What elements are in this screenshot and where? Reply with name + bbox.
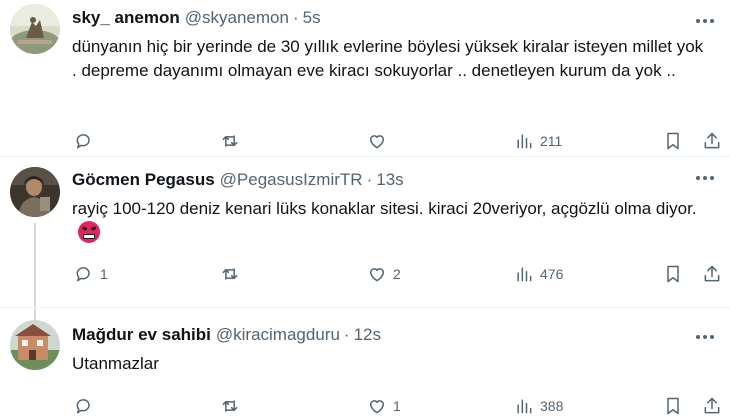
author-handle[interactable]: @PegasusIzmirTR — [220, 170, 363, 190]
angry-cursing-face-emoji — [78, 221, 100, 243]
share-icon — [704, 265, 720, 282]
bookmark-icon — [667, 265, 679, 283]
more-dots-icon[interactable] — [694, 328, 716, 346]
bookmark-button[interactable] — [663, 261, 683, 287]
tweet-header: Göcmen Pegasus @PegasusIzmirTR · 13s — [72, 169, 404, 191]
separator-dot: · — [292, 8, 299, 27]
timestamp[interactable]: 12s — [354, 325, 381, 345]
action-bar: 211 — [72, 128, 724, 154]
share-button[interactable] — [702, 393, 722, 419]
reply-count: 1 — [100, 266, 108, 282]
views-button[interactable]: 476 — [514, 261, 563, 287]
share-icon — [704, 132, 720, 149]
like-button[interactable] — [367, 128, 393, 154]
author-name[interactable]: Göcmen Pegasus — [72, 170, 215, 190]
share-button[interactable] — [702, 261, 722, 287]
tweet-3[interactable]: Mağdur ev sahibi @kiracimagduru · 12s Ut… — [0, 307, 730, 420]
bookmark-button[interactable] — [663, 393, 683, 419]
more-dots-icon[interactable] — [694, 12, 716, 30]
avatar[interactable] — [10, 4, 60, 54]
bookmark-icon — [667, 397, 679, 415]
timestamp[interactable]: 13s — [376, 170, 403, 190]
reply-icon — [76, 399, 90, 414]
like-button[interactable]: 2 — [367, 261, 401, 287]
share-icon — [704, 397, 720, 414]
share-button[interactable] — [702, 128, 722, 154]
avatar-photo-statue — [10, 4, 60, 54]
retweet-button[interactable] — [220, 393, 246, 419]
reply-icon — [76, 134, 90, 149]
views-chart-icon — [517, 399, 532, 414]
retweet-icon — [222, 135, 238, 147]
author-name[interactable]: Mağdur ev sahibi — [72, 325, 211, 345]
views-count: 211 — [540, 133, 563, 149]
bookmark-button[interactable] — [663, 128, 683, 154]
tweet-header: Mağdur ev sahibi @kiracimagduru · 12s — [72, 324, 381, 346]
avatar-photo-person — [10, 167, 60, 217]
separator-dot: · — [343, 325, 350, 344]
tweet-text: dünyanın hiç bir yerinde de 30 yıllık ev… — [72, 37, 704, 80]
reply-button[interactable]: 1 — [74, 261, 108, 287]
avatar[interactable] — [10, 320, 60, 370]
action-bar: 1 388 — [72, 393, 724, 419]
timestamp[interactable]: 5s — [303, 8, 321, 28]
retweet-button[interactable] — [220, 261, 246, 287]
tweet-1[interactable]: sky_ anemon @skyanemon · 5s dünyanın hiç… — [0, 0, 730, 157]
retweet-icon — [222, 400, 238, 412]
author-name[interactable]: sky_ anemon — [72, 8, 180, 28]
like-count: 1 — [393, 398, 401, 414]
views-chart-icon — [517, 134, 532, 149]
views-chart-icon — [517, 267, 532, 282]
like-button[interactable]: 1 — [367, 393, 401, 419]
bookmark-icon — [667, 132, 679, 150]
author-handle[interactable]: @skyanemon — [185, 8, 289, 28]
retweet-icon — [222, 268, 238, 280]
heart-icon — [370, 268, 384, 282]
tweet-text-wrapper: rayiç 100-120 deniz kenari lüks konaklar… — [72, 197, 712, 245]
avatar[interactable] — [10, 167, 60, 217]
author-handle[interactable]: @kiracimagduru — [216, 325, 340, 345]
tweet-2[interactable]: Göcmen Pegasus @PegasusIzmirTR · 13s ray… — [0, 157, 730, 321]
separator-dot: · — [366, 170, 373, 189]
heart-icon — [370, 135, 384, 149]
views-button[interactable]: 211 — [514, 128, 562, 154]
heart-icon — [370, 400, 384, 414]
avatar-photo-building — [10, 320, 60, 370]
tweet-header: sky_ anemon @skyanemon · 5s — [72, 7, 321, 29]
reply-button[interactable] — [74, 128, 100, 154]
more-dots-icon[interactable] — [694, 169, 716, 187]
tweet-text: Utanmazlar — [72, 354, 159, 373]
views-count: 388 — [540, 398, 564, 414]
retweet-button[interactable] — [220, 128, 246, 154]
views-count: 476 — [540, 266, 564, 282]
like-count: 2 — [393, 266, 401, 282]
reply-button[interactable] — [74, 393, 100, 419]
tweet-text: rayiç 100-120 deniz kenari lüks konaklar… — [72, 199, 697, 218]
action-bar: 1 2 476 — [72, 261, 724, 287]
reply-icon — [76, 267, 90, 282]
views-button[interactable]: 388 — [514, 393, 563, 419]
